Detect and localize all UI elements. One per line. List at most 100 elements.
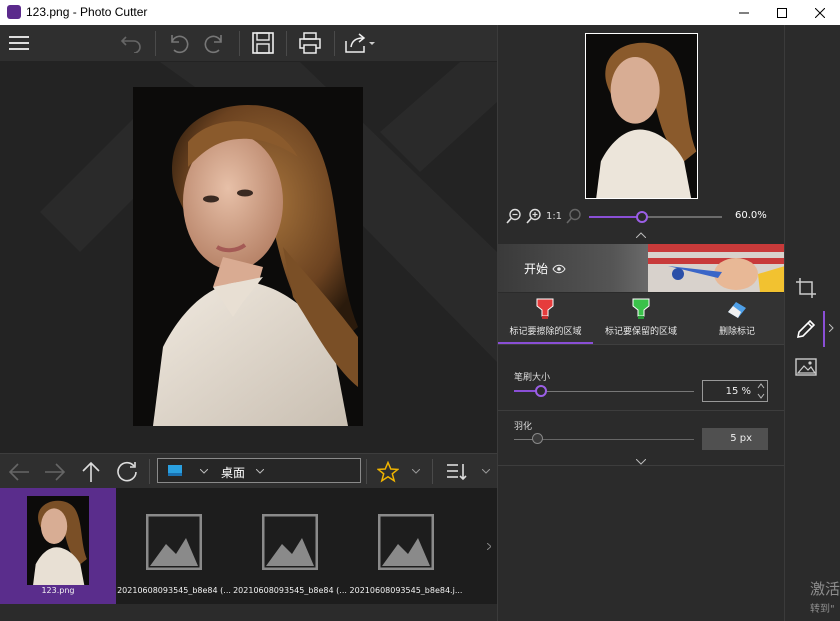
feather-slider-handle[interactable] [531,433,543,444]
thumbnail-item[interactable]: 20210608093545_b8e84.j... [348,488,464,604]
zoom-value: 60.0% [735,210,767,221]
back-button[interactable] [115,27,147,59]
chevron-down-icon [482,468,490,474]
favorite-button[interactable] [372,456,404,487]
title-bar: 123.png - Photo Cutter [0,0,840,25]
thumbnail-item[interactable]: 20210608093545_b8e84 (... [116,488,232,604]
stepper-arrows-icon [757,383,765,399]
thumbnail-item[interactable]: 20210608093545_b8e84 (... [232,488,348,604]
redo-button[interactable] [199,27,231,59]
share-button[interactable] [342,27,378,59]
mode-label: 标记要擦除的区域 [509,327,582,337]
mode-mark-erase[interactable]: 标记要擦除的区域 [498,293,593,345]
star-icon [377,460,399,482]
menu-icon [9,36,29,50]
feather-label: 羽化 [514,422,533,432]
nav-up-button[interactable] [75,456,107,487]
mode-label: 删除标记 [718,327,755,337]
collapse-preview-button[interactable] [633,230,649,240]
selected-mode-indicator [498,342,593,344]
section-divider [498,410,785,411]
tool-sidebar: 激活 转到" [784,25,840,621]
preview-image [586,34,697,198]
save-icon [252,32,274,54]
crop-tool-button[interactable] [792,274,820,302]
navigation-bar: 桌面 [0,453,497,488]
close-button[interactable] [801,0,839,25]
nav-separator [432,459,433,484]
save-button[interactable] [247,27,279,59]
zoom-slider-fill [589,216,643,218]
minimize-icon [739,12,749,13]
maximize-icon [777,7,787,18]
photo-cutter-window: 123.png - Photo Cutter 桌面 123.png 202106… [0,0,840,621]
eye-icon [552,264,566,274]
red-marker-icon [536,298,554,319]
brush-size-slider-handle[interactable] [535,385,547,397]
chevron-right-icon [828,324,834,332]
marker-mode-tabs: 标记要擦除的区域 标记要保留的区域 删除标记 [498,293,785,345]
favorite-dropdown[interactable] [406,456,426,487]
thumbnail-label: 20210608093545_b8e84 (... [233,586,347,595]
thumbnail-scroll-right[interactable] [480,488,497,604]
zoom-in-button[interactable] [525,207,543,225]
actual-size-button[interactable]: 1:1 [544,207,564,225]
chevron-down-icon [200,469,208,474]
feather-field[interactable]: 5 px [702,428,768,450]
zoom-slider[interactable] [589,211,722,223]
refresh-button[interactable] [111,456,143,487]
crop-icon [796,278,816,298]
settings-panel: 1:1 60.0% 开始 标记要擦除的区域 标记要保留的区域 删除标记 笔刷大小… [497,25,785,621]
nav-separator [149,459,150,484]
main-photo[interactable] [133,87,363,426]
close-icon [815,7,825,18]
main-toolbar [0,25,497,62]
zoom-out-button[interactable] [505,207,523,225]
activation-watermark: 激活 [810,580,840,598]
zoom-slider-handle[interactable] [636,211,649,223]
preview-thumbnail [585,33,698,199]
section-divider [498,465,785,466]
marker-tool-button[interactable] [792,315,820,343]
green-marker-icon [632,298,650,319]
pencil-icon [796,319,816,339]
banner-label: 开始 [524,262,549,276]
mode-delete-marks[interactable]: 删除标记 [689,293,785,345]
fit-button[interactable] [565,207,583,225]
thumbnail-strip: 123.png 20210608093545_b8e84 (... 202106… [0,488,497,604]
background-image-icon [795,358,817,376]
image-canvas[interactable] [0,62,497,453]
folder-path-label: 桌面 [221,466,246,480]
toolbar-separator [334,31,335,56]
start-tutorial-banner[interactable]: 开始 [498,244,785,292]
undo-icon [171,35,189,54]
nav-forward-button[interactable] [39,456,71,487]
sort-dropdown[interactable] [476,456,496,487]
thumbnail-item-selected[interactable]: 123.png [0,488,116,604]
print-button[interactable] [294,27,326,59]
background-tool-button[interactable] [792,354,820,382]
window-title: 123.png - Photo Cutter [26,5,148,19]
feather-slider[interactable] [514,433,694,444]
share-icon [345,33,375,53]
minimize-button[interactable] [725,0,763,25]
collapse-sidebar-button[interactable] [825,320,837,336]
refresh-icon [117,461,137,481]
zoom-in-icon [526,208,541,224]
sort-button[interactable] [441,456,473,487]
chevron-down-icon [256,469,264,474]
thumbnail-label: 20210608093545_b8e84.j... [349,586,463,595]
undo-button[interactable] [162,27,194,59]
print-icon [299,32,321,54]
mode-mark-keep[interactable]: 标记要保留的区域 [593,293,689,345]
menu-button[interactable] [3,27,35,59]
nav-back-button[interactable] [3,456,35,487]
brush-size-field[interactable]: 15 % [702,380,768,402]
thumbnail-label: 123.png [41,586,75,595]
folder-path-box[interactable]: 桌面 [157,458,361,483]
maximize-button[interactable] [763,0,801,25]
arrow-left-icon [8,462,29,481]
arrow-right-icon [45,462,66,481]
brush-size-slider[interactable] [514,385,694,397]
desktop-folder-icon [168,465,182,476]
